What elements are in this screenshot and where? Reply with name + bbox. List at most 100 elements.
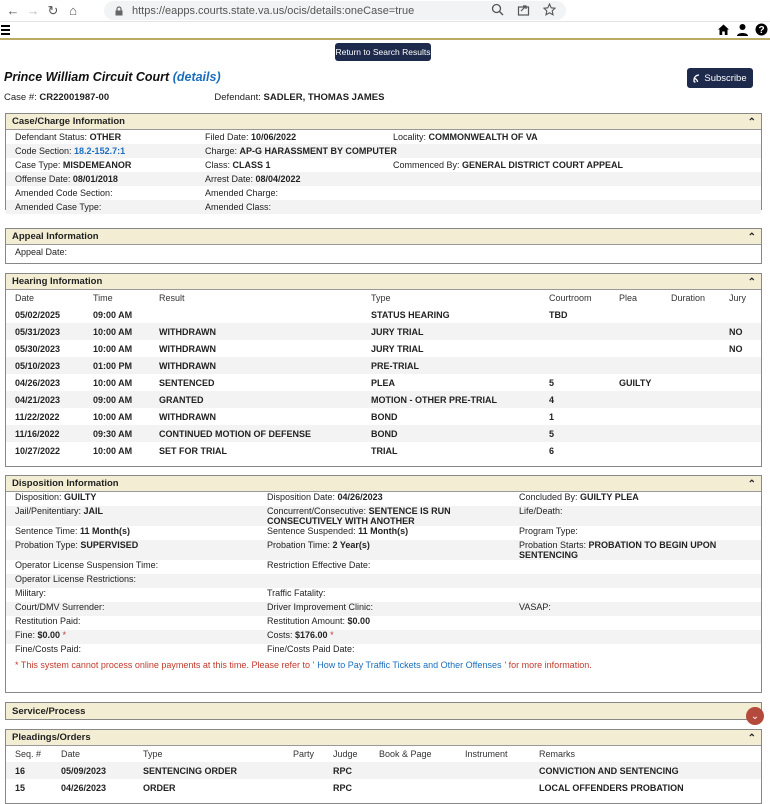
subscribe-icon [693,73,700,83]
user-icon[interactable] [736,23,749,36]
bookmark-star-icon[interactable] [543,3,556,16]
code-section-link[interactable]: 18.2-152.7:1 [74,146,125,156]
field-cell: Restriction Effective Date: [267,560,519,570]
column-header: Duration [671,293,706,303]
return-to-search-button[interactable]: Return to Search Results [335,43,431,61]
table-cell: WITHDRAWN [150,323,362,340]
service-header[interactable]: Service/Process [6,703,761,719]
pleadings-table: Seq. # Date Type Party Judge Book & Page Instr… [6,746,761,796]
field-cell: Restitution Amount: $0.00 [267,616,519,626]
table-cell [662,408,720,425]
table-cell [150,306,362,323]
address-bar[interactable]: https://eapps.courts.state.va.us/ocis/de… [104,1,566,20]
table-cell: GUILTY [619,377,652,388]
case-charge-row: Amended Code Section: Amended Charge: [6,186,761,200]
table-cell: CONVICTION AND SENTENCING [530,762,761,779]
field-cell: Defendant Status: OTHER [15,132,205,142]
column-header: Courtroom [549,293,592,303]
disposition-panel: Disposition Information ⌃ Disposition: GU… [5,475,762,693]
collapse-caret-icon[interactable]: ⌃ [748,117,756,128]
table-cell: JURY TRIAL [362,323,540,340]
how-to-pay-link[interactable]: How to Pay Traffic Tickets and Other Off… [317,660,501,670]
field-cell: Amended Charge: [205,188,393,198]
case-charge-rows: Defendant Status: OTHER Filed Date: 10/06… [6,130,761,214]
field-label: Arrest Date: [205,174,256,184]
field-label: Concurrent/Consecutive: [267,506,369,516]
court-name: Prince William Circuit Court [4,70,170,84]
field-cell: Offense Date: 08/01/2018 [15,174,205,184]
table-cell [540,357,610,374]
help-icon[interactable]: ? [755,23,768,36]
disposition-header[interactable]: Disposition Information ⌃ [6,476,761,492]
back-arrow-icon[interactable]: ← [6,3,20,18]
collapse-caret-icon[interactable]: ⌃ [748,232,756,243]
table-row: 11/16/2022 09:30 AM CONTINUED MOTION OF DE… [6,425,761,442]
appeal-header[interactable]: Appeal Information ⌃ [6,229,761,245]
url-text: https://eapps.courts.state.va.us/ocis/de… [132,4,415,17]
field-cell: Concluded By: GUILTY PLEA [519,492,759,502]
collapse-caret-icon[interactable]: ⌃ [748,277,756,288]
case-charge-header[interactable]: Case/Charge Information ⌃ [6,114,761,130]
table-cell: 10:00 AM [93,377,133,388]
field-label: Amended Class: [205,202,272,212]
pleadings-header[interactable]: Pleadings/Orders ⌃ [6,730,761,746]
table-cell [720,408,761,425]
field-label: Fine: [15,630,38,640]
field-value: AP-G HARASSMENT BY COMPUTER [239,146,397,156]
hearing-header[interactable]: Hearing Information ⌃ [6,274,761,290]
collapse-caret-icon[interactable]: ⌃ [748,479,756,490]
table-cell [610,442,662,459]
table-cell [662,442,720,459]
pleadings-panel: Pleadings/Orders ⌃ Seq. # Date Type Party Jud… [5,729,762,804]
table-cell: 04/26/2023 [15,377,61,388]
field-cell: Code Section: 18.2-152.7:1 [15,146,205,156]
table-cell [610,408,662,425]
disposition-rows: Disposition: GUILTY Disposition Date: 04/… [6,492,761,658]
disposition-row: Court/DMV Surrender: Driver Improvement … [6,602,761,616]
case-charge-row: Defendant Status: OTHER Filed Date: 10/06… [6,130,761,144]
table-cell: STATUS HEARING [371,309,450,320]
browser-toolbar: ← → ↻ ⌂ https://eapps.courts.state.va.us… [0,0,770,22]
field-cell: Probation Starts: PROBATION TO BEGIN UPO… [519,540,759,560]
subscribe-label: Subscribe [704,72,747,84]
table-cell: ORDER [143,782,176,793]
table-cell: 1 [549,411,555,422]
table-cell: WITHDRAWN [159,343,216,354]
field-cell: Amended Class: [205,202,393,212]
collapse-caret-icon[interactable]: ⌃ [748,733,756,744]
home-icon[interactable]: ⌂ [66,3,80,18]
disposition-row: Fine/Costs Paid: Fine/Costs Paid Date: [6,644,761,658]
forward-arrow-icon[interactable]: → [26,3,40,18]
zoom-icon[interactable] [491,3,504,16]
field-cell: Case Type: MISDEMEANOR [15,160,205,170]
field-label: Military: [15,588,46,598]
case-charge-row: Amended Case Type: Amended Class: [6,200,761,214]
home-icon[interactable] [717,23,730,36]
field-label: Operator License Suspension Time: [15,560,159,570]
field-label: Amended Case Type: [15,202,102,212]
field-label: Sentence Suspended: [267,526,359,536]
details-link[interactable]: (details) [173,70,221,84]
reload-icon[interactable]: ↻ [46,3,60,18]
hamburger-menu-icon[interactable] [1,25,10,37]
field-label: Fine/Costs Paid Date: [267,644,355,654]
share-icon[interactable] [517,3,530,16]
field-value: 04/26/2023 [337,492,383,502]
column-header: Jury [729,293,747,303]
table-cell [662,340,720,357]
expand-chevron-icon[interactable]: ⌄ [746,707,764,725]
field-label: Sentence Time: [15,526,81,536]
field-cell: Jail/Penitentiary: JAIL [15,506,267,516]
disposition-row: Military: Traffic Fatality: [6,588,761,602]
appeal-date-label: Appeal Date: [15,247,68,257]
field-cell: Program Type: [519,526,759,536]
field-cell: Commenced By: GENERAL DISTRICT COURT APP… [393,160,723,170]
table-row: 05/10/2023 01:00 PM WITHDRAWN PRE-TRIAL [6,357,761,374]
disposition-row: Fine: $0.00 * Costs: $176.00 * [6,630,761,644]
subscribe-button[interactable]: Subscribe [687,68,753,88]
field-label: VASAP: [519,602,551,612]
table-cell [610,323,662,340]
column-header: Remarks [539,749,576,759]
table-cell: 15 [15,782,26,793]
field-label: Jail/Penitentiary: [15,506,84,516]
